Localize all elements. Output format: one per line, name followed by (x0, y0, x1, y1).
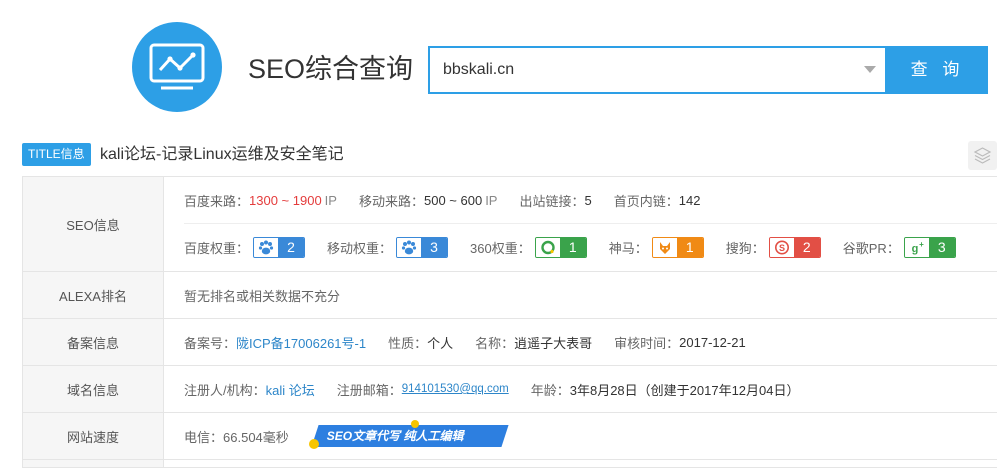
shenma-value: 1 (676, 238, 703, 257)
info-table: SEO信息 百度来路： 1300 ~ 1900 IP 移动来路： 500 ~ 6… (22, 176, 997, 468)
domain-row: 域名信息 注册人/机构： kali 论坛 注册邮箱： 914101530@qq.… (22, 366, 997, 413)
age-value: 3年8月28日（创建于2017年12月04日） (569, 382, 800, 398)
svg-text:g: g (911, 243, 918, 255)
baidu-traffic-value[interactable]: 1300 ~ 1900 (249, 193, 322, 208)
shenma-label: 神马： (608, 241, 648, 256)
mobile-traffic-value[interactable]: 500 ~ 600 (424, 193, 482, 208)
outbound-links-value[interactable]: 5 (585, 193, 592, 208)
icp-type-value: 个人 (427, 335, 454, 351)
search-button[interactable]: 查 询 (887, 46, 988, 94)
sogou-value: 2 (793, 238, 820, 257)
icp-number-label: 备案号： (184, 335, 237, 351)
speed-row: 网站速度 电信： 66.504毫秒 SEO文章代写 纯人工编辑 (22, 413, 997, 460)
baidu-weight-value: 2 (278, 238, 305, 257)
next-row (22, 460, 997, 468)
alexa-text: 暂无排名或相关数据不充分 (184, 288, 341, 304)
page-title: kali论坛-记录Linux运维及安全笔记 (100, 146, 344, 163)
promo-banner[interactable]: SEO文章代写 纯人工编辑 (308, 420, 509, 449)
domain-label: 域名信息 (23, 366, 164, 412)
mobile-traffic-unit: IP (485, 192, 498, 208)
promo-text: SEO文章代写 纯人工编辑 (326, 429, 464, 443)
sogou-icon: S (769, 238, 794, 257)
next-row-label (23, 460, 164, 467)
icp-type-label: 性质： (388, 335, 428, 351)
sogou-label: 搜狗： (725, 241, 765, 256)
telecom-label: 电信： (184, 429, 224, 445)
email-label: 注册邮箱： (336, 382, 402, 398)
svg-text:+: + (919, 240, 924, 249)
search-box (428, 46, 887, 94)
icp-date-value: 2017-12-21 (679, 334, 746, 350)
baidu-weight-badge[interactable]: 2 (253, 237, 306, 258)
age-label: 年龄： (530, 382, 570, 398)
speed-label: 网站速度 (23, 413, 164, 459)
mobile-traffic-label: 移动来路： (358, 193, 424, 209)
360-icon (535, 238, 560, 257)
decor-dot (410, 420, 419, 428)
sogou-badge[interactable]: S 2 (768, 237, 821, 258)
seo-row: SEO信息 百度来路： 1300 ~ 1900 IP 移动来路： 500 ~ 6… (22, 177, 997, 272)
google-pr-badge[interactable]: g + 3 (903, 237, 956, 258)
weight-360-badge[interactable]: 1 (534, 237, 587, 258)
icp-name-label: 名称： (475, 335, 515, 351)
google-pr-label: 谷歌PR： (842, 241, 900, 256)
baidu-traffic-unit: IP (324, 192, 337, 208)
mobile-weight-value: 3 (421, 238, 448, 257)
shenma-badge[interactable]: 1 (651, 237, 704, 258)
icp-date-label: 审核时间： (614, 335, 680, 351)
icp-number-link[interactable]: 陇ICP备17006261号-1 (236, 333, 366, 352)
icp-row: 备案信息 备案号： 陇ICP备17006261号-1 性质： 个人 名称： 逍遥… (22, 319, 997, 366)
outbound-links-label: 出站链接： (519, 193, 585, 209)
alexa-row: ALEXA排名 暂无排名或相关数据不充分 (22, 272, 997, 319)
title-badge: TITLE信息 (22, 143, 91, 166)
baidu-paw-icon (254, 238, 279, 257)
layers-icon[interactable] (968, 141, 997, 170)
svg-text:S: S (779, 243, 785, 253)
inbound-links-label: 首页内链： (613, 193, 679, 209)
chart-monitor-icon (149, 43, 205, 90)
baidu-paw-icon (397, 238, 422, 257)
email-link[interactable]: 914101530@qq.com (402, 383, 509, 395)
icp-label: 备案信息 (23, 319, 164, 365)
chevron-down-icon[interactable] (864, 66, 876, 73)
google-pr-value: 3 (928, 238, 955, 257)
shenma-icon (652, 238, 677, 257)
google-plus-icon: g + (904, 238, 929, 257)
icp-name-value: 逍遥子大表哥 (514, 335, 593, 351)
registrant-label: 注册人/机构： (184, 382, 266, 398)
baidu-weight-label: 百度权重： (184, 241, 250, 256)
search-input[interactable] (430, 48, 850, 92)
weight-360-value: 1 (559, 238, 586, 257)
site-logo[interactable] (132, 22, 222, 112)
telecom-value: 66.504毫秒 (223, 429, 289, 445)
site-title: SEO综合查询 (248, 54, 414, 84)
alexa-label: ALEXA排名 (23, 272, 164, 318)
seo-label: SEO信息 (23, 177, 164, 271)
mobile-weight-badge[interactable]: 3 (396, 237, 449, 258)
mobile-weight-label: 移动权重： (327, 241, 393, 256)
registrant-link[interactable]: kali 论坛 (266, 380, 315, 399)
inbound-links-value[interactable]: 142 (679, 193, 701, 208)
baidu-traffic-label: 百度来路： (184, 193, 250, 209)
weight-360-label: 360权重： (470, 241, 531, 256)
